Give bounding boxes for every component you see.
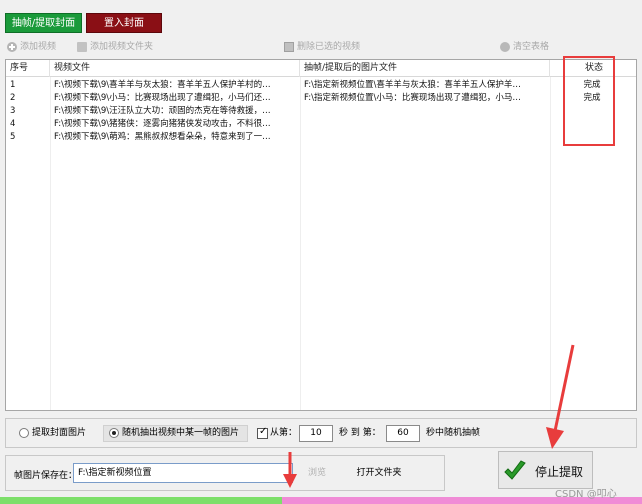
to-label: 秒 到 第： <box>339 428 381 438</box>
row-image-file <box>300 105 550 118</box>
stop-extract-button[interactable]: 停止提取 <box>498 451 593 489</box>
add-video-label: 添加视频 <box>20 42 57 52</box>
to-seconds-input[interactable]: 60 <box>386 425 420 442</box>
stop-extract-label: 停止提取 <box>535 465 584 479</box>
video-table[interactable]: 序号 视频文件 抽帧/提取后的图片文件 状态 1 F:\视频下载\9\喜羊羊与灰… <box>5 59 637 411</box>
from-checkbox[interactable] <box>257 426 268 439</box>
row-status <box>550 131 634 144</box>
save-path-bar: 帧图片保存在： F:\指定新视频位置 浏览 打开文件夹 <box>5 455 445 491</box>
add-folder-button[interactable]: 添加视频文件夹 <box>77 39 153 55</box>
watermark: CSDN @叩心 <box>555 489 617 500</box>
row-index: 2 <box>10 93 16 103</box>
from-seconds-input[interactable]: 10 <box>299 425 333 442</box>
row-index: 5 <box>10 132 16 142</box>
table-row[interactable]: 2 F:\视频下载\9\小马：比赛现场出现了遭缉犯，小马们还… F:\指定新视频… <box>6 92 636 105</box>
save-path-label: 帧图片保存在： <box>14 471 78 481</box>
delete-selected-button[interactable]: 删除已选的视频 <box>284 39 360 55</box>
random-frame-radio[interactable] <box>109 428 119 438</box>
row-image-file <box>300 131 550 144</box>
row-video-file: F:\视频下载\9\萌鸡：黑熊叔叔想看朵朵，特意来到了一… <box>54 132 271 142</box>
row-image-file <box>300 118 550 131</box>
row-status: 完成 <box>583 93 601 103</box>
row-video-file: F:\视频下载\9\汪汪队立大功：顽固的杰克在等待救援，… <box>54 106 271 116</box>
row-image-file: F:\指定新视频位置\喜羊羊与灰太狼：喜羊羊五人保护羊… <box>304 80 521 90</box>
row-image-file: F:\指定新视频位置\小马：比赛现场出现了遭缉犯，小马… <box>304 93 521 103</box>
table-header: 序号 视频文件 抽帧/提取后的图片文件 状态 <box>6 60 636 77</box>
row-index: 3 <box>10 106 16 116</box>
bottom-strip-green <box>0 497 282 504</box>
row-video-file: F:\视频下载\9\猪猪侠：逐雾向猪猪侠发动攻击，不料很… <box>54 119 271 129</box>
delete-selected-label: 删除已选的视频 <box>297 42 361 52</box>
random-frame-label[interactable]: 随机抽出视频中某一帧的图片 <box>122 426 239 440</box>
open-folder-button[interactable]: 打开文件夹 <box>344 465 414 481</box>
checkmark-icon <box>504 460 526 480</box>
row-index: 1 <box>10 80 16 90</box>
tab-extract-cover[interactable]: 抽帧/提取封面 <box>5 13 82 33</box>
clear-table-button[interactable]: 清空表格 <box>500 39 549 55</box>
delete-icon <box>284 41 294 52</box>
table-row[interactable]: 4 F:\视频下载\9\猪猪侠：逐雾向猪猪侠发动攻击，不料很… <box>6 118 636 131</box>
save-path-input[interactable]: F:\指定新视频位置 <box>73 463 293 483</box>
row-index: 4 <box>10 119 16 129</box>
header-index[interactable]: 序号 <box>6 60 50 77</box>
folder-icon <box>77 41 87 52</box>
header-image-file[interactable]: 抽帧/提取后的图片文件 <box>300 60 550 77</box>
extract-cover-label[interactable]: 提取封面图片 <box>32 426 86 440</box>
row-video-file: F:\视频下载\9\喜羊羊与灰太狼：喜羊羊五人保护羊村的… <box>54 80 271 90</box>
browse-button[interactable]: 浏览 <box>302 465 332 481</box>
table-row[interactable]: 5 F:\视频下载\9\萌鸡：黑熊叔叔想看朵朵，特意来到了一… <box>6 131 636 144</box>
table-row[interactable]: 3 F:\视频下载\9\汪汪队立大功：顽固的杰克在等待救援，… <box>6 105 636 118</box>
random-extract-suffix: 秒中随机抽帧 <box>426 428 481 438</box>
add-folder-label: 添加视频文件夹 <box>90 42 154 52</box>
row-status <box>550 105 634 118</box>
extract-options-bar: 提取封面图片 随机抽出视频中某一帧的图片 从第： 10 秒 到 第： 60 秒中… <box>5 418 637 448</box>
plus-icon <box>7 41 17 52</box>
clear-icon <box>500 41 510 52</box>
from-label: 从第： <box>270 428 298 438</box>
row-status: 完成 <box>583 80 601 90</box>
clear-table-label: 清空表格 <box>513 42 550 52</box>
row-status <box>550 118 634 131</box>
row-video-file: F:\视频下载\9\小马：比赛现场出现了遭缉犯，小马们还… <box>54 93 271 103</box>
header-video-file[interactable]: 视频文件 <box>50 60 300 77</box>
add-video-button[interactable]: 添加视频 <box>7 39 56 55</box>
extract-cover-radio[interactable] <box>19 428 29 438</box>
tab-insert-cover[interactable]: 置入封面 <box>86 13 162 33</box>
table-row[interactable]: 1 F:\视频下载\9\喜羊羊与灰太狼：喜羊羊五人保护羊村的… F:\指定新视频… <box>6 79 636 92</box>
header-status[interactable]: 状态 <box>550 60 636 77</box>
